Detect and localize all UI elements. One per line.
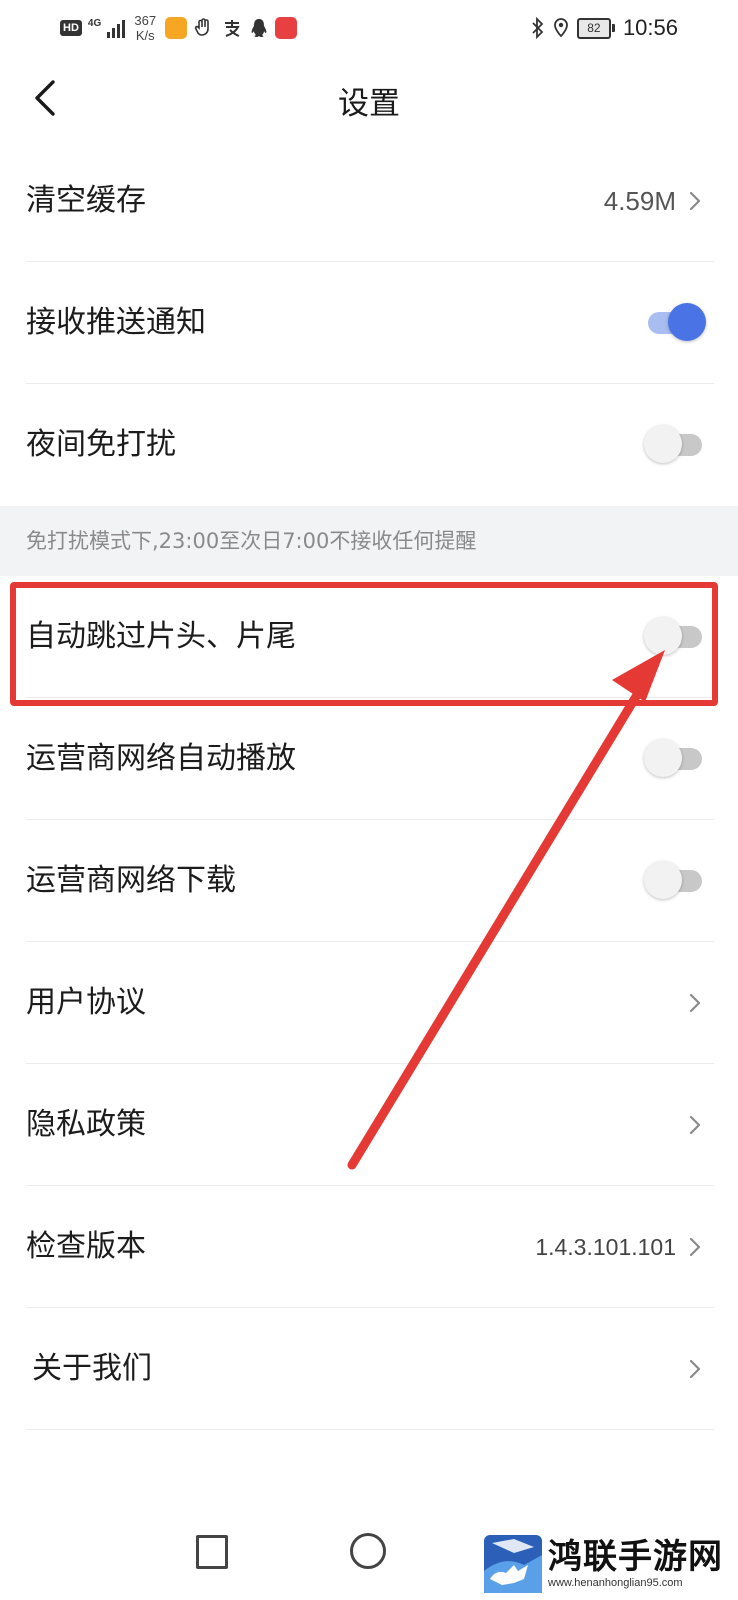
setting-auto-skip: 自动跳过片头、片尾 (0, 576, 738, 698)
setting-label: 接收推送通知 (26, 305, 206, 340)
setting-label: 自动跳过片头、片尾 (26, 619, 296, 654)
chevron-right-icon (689, 1115, 701, 1135)
setting-check-version[interactable]: 检查版本 1.4.3.101.101 (0, 1186, 738, 1308)
battery-icon: 82 (576, 17, 615, 39)
carrier-autoplay-toggle[interactable] (644, 738, 706, 778)
nav-header: 设置 (0, 56, 738, 140)
watermark: 鸿联手游网 www.henanhonglian95.com (484, 1533, 730, 1595)
watermark-url: www.henanhonglian95.com (548, 1577, 683, 1589)
setting-label: 夜间免打扰 (26, 427, 176, 462)
chevron-right-icon (689, 1359, 701, 1379)
setting-label: 运营商网络下载 (26, 863, 236, 898)
hd-badge: HD (60, 20, 82, 36)
setting-label: 关于我们 (32, 1351, 152, 1386)
huawei-store-icon (275, 17, 298, 39)
push-notifications-toggle[interactable] (644, 302, 706, 342)
setting-label: 运营商网络自动播放 (26, 741, 296, 776)
location-icon (554, 18, 568, 38)
bluetooth-icon (532, 17, 544, 39)
network-speed: 367 K/s (131, 13, 159, 43)
watermark-logo (484, 1535, 542, 1593)
battery-level: 82 (576, 17, 611, 39)
cache-size: 4.59M (603, 186, 676, 216)
qq-icon (251, 19, 267, 37)
network-type: 4G (87, 18, 102, 29)
divider (26, 1429, 714, 1430)
setting-label: 隐私政策 (26, 1107, 146, 1142)
speed-value: 367 (134, 13, 157, 28)
setting-label: 检查版本 (26, 1229, 146, 1264)
chevron-right-icon (689, 1237, 701, 1257)
alipay-icon (225, 20, 240, 37)
night-dnd-toggle[interactable] (644, 424, 706, 464)
recent-apps-button[interactable] (196, 1535, 228, 1569)
video-app-icon (165, 17, 188, 39)
setting-label: 清空缓存 (26, 183, 146, 218)
version-number: 1.4.3.101.101 (535, 1234, 676, 1260)
home-button[interactable] (350, 1533, 386, 1569)
setting-privacy-policy[interactable]: 隐私政策 (0, 1064, 738, 1186)
signal-icon (107, 18, 126, 38)
settings-list: 清空缓存 4.59M 接收推送通知 夜间免打扰 免打扰模式下,23:00至次日7… (0, 140, 738, 1430)
setting-night-dnd: 夜间免打扰 (0, 384, 738, 506)
speed-unit: K/s (135, 28, 155, 43)
setting-carrier-autoplay: 运营商网络自动播放 (0, 698, 738, 820)
page-title: 设置 (338, 86, 400, 122)
chevron-right-icon (689, 993, 701, 1013)
setting-clear-cache[interactable]: 清空缓存 4.59M (0, 140, 738, 262)
status-left: HD 4G 367 K/s (60, 12, 298, 44)
setting-push-notifications: 接收推送通知 (0, 262, 738, 384)
setting-carrier-download: 运营商网络下载 (0, 820, 738, 942)
setting-about-us[interactable]: 关于我们 (0, 1308, 738, 1430)
setting-user-agreement[interactable]: 用户协议 (0, 942, 738, 1064)
status-right: 82 10:56 (531, 12, 678, 44)
watermark-name: 鸿联手游网 (548, 1537, 723, 1577)
dnd-note-section: 免打扰模式下,23:00至次日7:00不接收任何提醒 (0, 506, 738, 576)
auto-skip-toggle[interactable] (644, 616, 706, 656)
status-bar: HD 4G 367 K/s 82 10:56 (0, 0, 738, 56)
carrier-download-toggle[interactable] (644, 860, 706, 900)
setting-label: 用户协议 (26, 985, 146, 1020)
hand-icon (195, 18, 210, 36)
chevron-right-icon (689, 191, 701, 211)
clock: 10:56 (622, 15, 678, 40)
dnd-note: 免打扰模式下,23:00至次日7:00不接收任何提醒 (26, 529, 477, 553)
